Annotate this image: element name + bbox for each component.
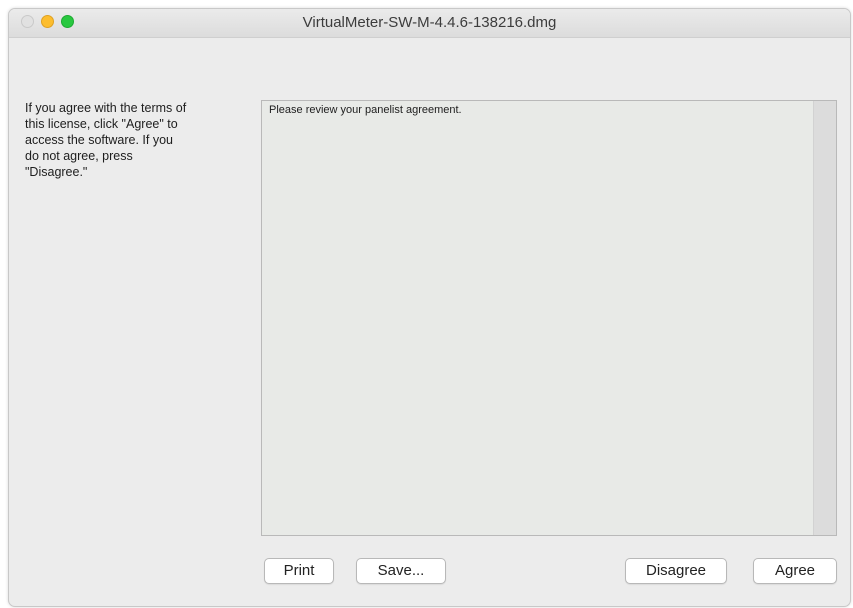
agree-button[interactable]: Agree [753,558,837,584]
print-button[interactable]: Print [264,558,334,584]
license-scrollbar[interactable] [813,101,836,535]
title-bar[interactable]: VirtualMeter-SW-M-4.4.6-138216.dmg [9,9,850,38]
license-dialog-window: VirtualMeter-SW-M-4.4.6-138216.dmg If yo… [8,8,851,607]
disagree-button[interactable]: Disagree [625,558,727,584]
save-button[interactable]: Save... [356,558,446,584]
window-title: VirtualMeter-SW-M-4.4.6-138216.dmg [302,14,557,31]
license-instructions: If you agree with the terms of this lice… [25,101,187,179]
license-text: Please review your panelist agreement. [269,104,462,116]
license-text-area[interactable]: Please review your panelist agreement. [261,100,837,536]
